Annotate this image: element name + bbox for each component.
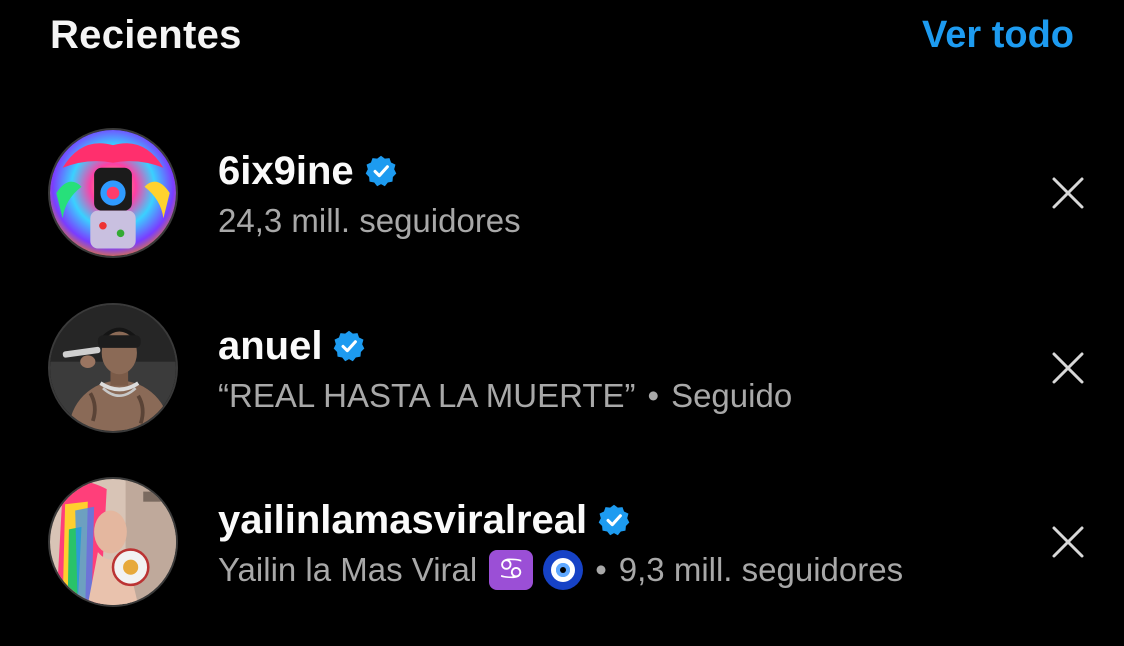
- display-name: Yailin la Mas Viral: [218, 551, 478, 589]
- separator-dot: •: [595, 551, 607, 589]
- subtitle-text: 24,3 mill. seguidores: [218, 202, 521, 240]
- name-line: anuel: [218, 320, 1048, 372]
- recent-item-6ix9ine[interactable]: 6ix9ine 24,3 mill. seguidores: [48, 127, 1088, 259]
- remove-recent-button[interactable]: [1048, 522, 1088, 562]
- recents-title: Recientes: [50, 12, 242, 57]
- recent-item-info: yailinlamasviralreal Yailin la Mas Viral…: [218, 494, 1048, 590]
- bio-line: “REAL HASTA LA MUERTE” • Seguido: [218, 376, 1048, 416]
- cancer-zodiac-symbol: ♋: [497, 553, 525, 586]
- see-all-link[interactable]: Ver todo: [922, 14, 1074, 57]
- name-line: yailinlamasviralreal: [218, 494, 1048, 546]
- avatar[interactable]: [48, 477, 178, 607]
- username: anuel: [218, 324, 323, 369]
- close-icon: [1052, 526, 1084, 558]
- recent-item-info: 6ix9ine 24,3 mill. seguidores: [218, 145, 1048, 241]
- name-line: 6ix9ine: [218, 145, 1048, 197]
- close-icon: [1052, 177, 1084, 209]
- follower-count: 24,3 mill. seguidores: [218, 201, 1048, 241]
- avatar[interactable]: [48, 303, 178, 433]
- rainbow-hair-woman-avatar-icon: [50, 479, 176, 605]
- recent-item-info: anuel “REAL HASTA LA MUERTE” • Seguido: [218, 320, 1048, 416]
- remove-recent-button[interactable]: [1048, 348, 1088, 388]
- following-status: Seguido: [671, 377, 793, 415]
- avatar[interactable]: [48, 128, 178, 258]
- verified-badge-icon: [334, 330, 365, 362]
- recent-item-yailinlamasviralreal[interactable]: yailinlamasviralreal Yailin la Mas Viral…: [48, 476, 1088, 608]
- recent-item-anuel[interactable]: anuel “REAL HASTA LA MUERTE” • Seguido: [48, 302, 1088, 434]
- username: 6ix9ine: [218, 149, 354, 194]
- nazar-amulet-emoji-icon: [543, 550, 584, 590]
- recent-searches-panel: Recientes Ver todo 6ix9ine 24,3 mill. se…: [0, 0, 1124, 646]
- verified-badge-icon: [598, 504, 630, 536]
- bio-text: “REAL HASTA LA MUERTE”: [218, 377, 636, 415]
- separator-dot: •: [647, 377, 660, 415]
- singer-with-microphone-avatar-icon: [50, 305, 176, 431]
- follower-count: 9,3 mill. seguidores: [618, 551, 904, 589]
- close-icon: [1052, 352, 1084, 384]
- rainbow-hair-artist-avatar-icon: [50, 130, 176, 256]
- username: yailinlamasviralreal: [218, 498, 588, 542]
- verified-badge-icon: [365, 155, 396, 187]
- profile-subtitle: Yailin la Mas Viral ♋ • 9,3 mill. seguid…: [218, 550, 1048, 590]
- remove-recent-button[interactable]: [1048, 173, 1088, 213]
- cancer-zodiac-emoji-icon: ♋: [489, 550, 534, 590]
- recents-header: Recientes Ver todo: [50, 0, 1074, 70]
